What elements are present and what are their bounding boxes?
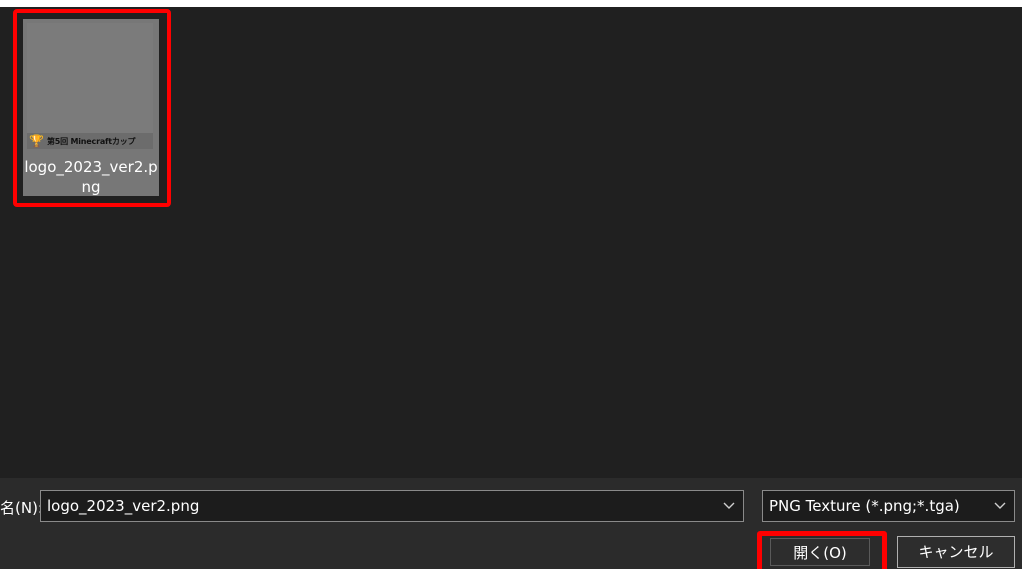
file-list-area[interactable]: 🏆 第5回 Minecraftカップ logo_2023_ver2.p ng [0, 7, 1022, 478]
chevron-down-icon[interactable] [723, 491, 735, 521]
filename-input[interactable]: logo_2023_ver2.png [40, 490, 744, 522]
file-item[interactable]: 🏆 第5回 Minecraftカップ logo_2023_ver2.p ng [23, 19, 159, 196]
filename-label: 名(N): [0, 499, 43, 517]
file-type-value: PNG Texture (*.png;*.tga) [769, 497, 960, 515]
file-thumbnail [27, 23, 153, 135]
open-file-dialog: 🏆 第5回 Minecraftカップ logo_2023_ver2.p ng 名… [0, 7, 1022, 569]
filename-value: logo_2023_ver2.png [47, 497, 200, 515]
file-type-select[interactable]: PNG Texture (*.png;*.tga) [762, 490, 1015, 522]
trophy-icon: 🏆 [29, 134, 44, 148]
cancel-button[interactable]: キャンセル [897, 536, 1015, 568]
thumbnail-logo-text: 第5回 Minecraftカップ [46, 136, 136, 146]
chevron-down-icon [994, 491, 1006, 521]
dialog-bottom-bar: 名(N): logo_2023_ver2.png PNG Texture (*.… [0, 478, 1022, 569]
file-name-label: logo_2023_ver2.p ng [24, 158, 158, 196]
thumbnail-logo-strip: 🏆 第5回 Minecraftカップ [27, 133, 153, 149]
open-button[interactable]: 開く(O) [770, 538, 870, 566]
